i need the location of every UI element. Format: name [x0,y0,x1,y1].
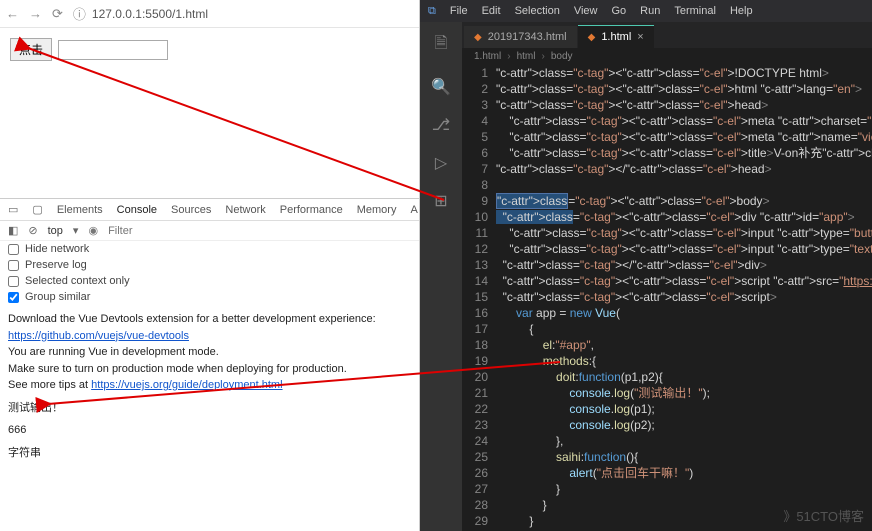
live-icon[interactable]: ◉ [88,224,98,237]
editor-tabs: ◆201917343.html ◆1.html× [420,22,872,48]
tab-file-1[interactable]: ◆1.html× [578,25,654,48]
clear-icon[interactable]: ⊘ [28,224,37,237]
log-line: Make sure to turn on production mode whe… [8,361,411,378]
menu-view[interactable]: View [574,5,598,17]
log-line: 测试输出！ [8,400,411,417]
code-editor[interactable]: 1234567891011121314151617181920212223242… [420,65,872,531]
inspect-icon[interactable]: ▭ [8,203,18,216]
html-icon: ◆ [588,32,596,43]
tab-more[interactable]: A [410,204,417,216]
menu-selection[interactable]: Selection [515,5,560,17]
menu-go[interactable]: Go [611,5,626,17]
sidebar-toggle-icon[interactable]: ◧ [8,224,18,237]
page-content [0,28,419,198]
tab-sources[interactable]: Sources [171,204,211,216]
menu-run[interactable]: Run [640,5,660,17]
menu-edit[interactable]: Edit [482,5,501,17]
filter-input[interactable] [108,225,411,237]
breadcrumb[interactable]: 1.html› html› body [420,48,872,65]
url-text[interactable]: 127.0.0.1:5500/1.html [92,7,208,21]
log-line: 字符串 [8,445,411,462]
deploy-link[interactable]: https://vuejs.org/guide/deployment.html [91,379,282,391]
explorer-icon[interactable]: 🗎 [435,32,448,59]
tab-network[interactable]: Network [225,204,265,216]
menu-terminal[interactable]: Terminal [674,5,716,17]
devtools: ▭ ▢ Elements Console Sources Network Per… [0,198,419,531]
log-line: You are running Vue in development mode. [8,344,411,361]
tab-console[interactable]: Console [117,204,157,216]
device-icon[interactable]: ▢ [32,203,42,216]
menu-help[interactable]: Help [730,5,753,17]
context-select[interactable]: top [48,225,63,237]
forward-icon[interactable]: → [29,6,42,21]
watermark: 》51CTO博客 [783,506,864,525]
back-icon[interactable]: ← [6,6,19,21]
reload-icon[interactable]: ⟳ [52,6,63,22]
chk-hide-network[interactable]: Hide network [0,241,419,257]
console-output: Download the Vue Devtools extension for … [0,305,419,531]
menu-file[interactable]: File [450,5,468,17]
tab-performance[interactable]: Performance [280,204,343,216]
devtools-tabs: ▭ ▢ Elements Console Sources Network Per… [0,199,419,221]
tab-memory[interactable]: Memory [357,204,397,216]
log-line: Download the Vue Devtools extension for … [8,311,411,328]
tab-file-0[interactable]: ◆201917343.html [464,26,577,48]
info-icon[interactable]: ⓘ [73,4,86,23]
chk-preserve-log[interactable]: Preserve log [0,257,419,273]
chk-selected-ctx[interactable]: Selected context only [0,273,419,289]
close-icon[interactable]: × [637,31,643,43]
address-bar: ← → ⟳ ⓘ 127.0.0.1:5500/1.html [0,0,419,28]
devtools-link[interactable]: https://github.com/vuejs/vue-devtools [8,330,189,342]
html-icon: ◆ [474,32,482,43]
log-line: 666 [8,422,411,439]
crumb-item[interactable]: body [551,51,573,62]
menu-bar: ⧉ File Edit Selection View Go Run Termin… [420,0,872,22]
dropdown-icon[interactable]: ▾ [73,224,79,237]
crumb-item[interactable]: html [517,51,536,62]
chk-group-similar[interactable]: Group similar [0,289,419,305]
click-button[interactable] [10,38,52,61]
vscode: ⧉ File Edit Selection View Go Run Termin… [420,0,872,531]
tab-elements[interactable]: Elements [57,204,103,216]
text-input[interactable] [58,40,168,60]
vscode-icon: ⧉ [428,5,436,18]
crumb-item[interactable]: 1.html [474,51,501,62]
